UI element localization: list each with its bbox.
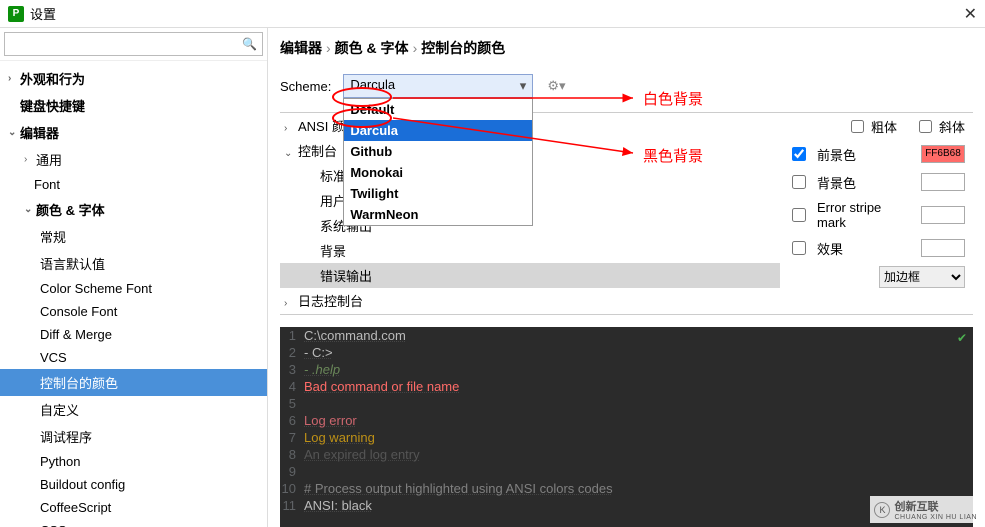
foreground-swatch[interactable]: FF6B68 bbox=[921, 145, 965, 163]
sidebar-item-0[interactable]: 常规 bbox=[0, 223, 267, 250]
sidebar-item-console-colors[interactable]: 控制台的颜色 bbox=[0, 369, 267, 396]
sidebar: 🔍 ›外观和行为 键盘快捷键 ⌄编辑器 ›通用 Font ⌄颜色 & 字体 常规… bbox=[0, 28, 268, 527]
sidebar-item-8[interactable]: 调试程序 bbox=[0, 423, 267, 450]
sidebar-colors-fonts[interactable]: ⌄颜色 & 字体 bbox=[0, 196, 267, 223]
sidebar-item-5[interactable]: VCS bbox=[0, 346, 267, 369]
app-icon: P bbox=[8, 6, 24, 22]
scheme-option-default[interactable]: Default bbox=[344, 99, 532, 120]
effects-select[interactable]: 加边框 bbox=[879, 266, 965, 288]
check-icon[interactable]: ✔ bbox=[957, 331, 967, 345]
gear-icon[interactable]: ⚙▾ bbox=[547, 78, 565, 94]
search-input[interactable] bbox=[4, 32, 263, 56]
scheme-option-darcula[interactable]: Darcula bbox=[344, 120, 532, 141]
close-icon[interactable]: ✕ bbox=[964, 4, 977, 24]
foreground-label: 前景色 bbox=[817, 145, 913, 164]
sidebar-item-9[interactable]: Python bbox=[0, 450, 267, 473]
cat-bg[interactable]: 背景 bbox=[280, 238, 780, 263]
sidebar-appearance[interactable]: ›外观和行为 bbox=[0, 65, 267, 92]
window-title: 设置 bbox=[30, 4, 964, 23]
sidebar-tree: ›外观和行为 键盘快捷键 ⌄编辑器 ›通用 Font ⌄颜色 & 字体 常规 语… bbox=[0, 61, 267, 527]
sidebar-item-1[interactable]: 语言默认值 bbox=[0, 250, 267, 277]
background-checkbox[interactable] bbox=[792, 175, 806, 189]
options-panel: 粗体 斜体 前景色 FF6B68 背景色 Error stripe mark bbox=[780, 113, 973, 314]
preview-panel: ✔ 1C:\command.com2- C:>3- .help4Bad comm… bbox=[280, 327, 973, 527]
scheme-option-twilight[interactable]: Twilight bbox=[344, 183, 532, 204]
scheme-option-warmneon[interactable]: WarmNeon bbox=[344, 204, 532, 225]
scheme-dropdown[interactable]: Darcula Default Darcula Github Monokai T… bbox=[343, 74, 533, 98]
cat-err[interactable]: 错误输出 bbox=[280, 263, 780, 288]
sidebar-general[interactable]: ›通用 bbox=[0, 146, 267, 173]
breadcrumb: 编辑器›颜色 & 字体›控制台的颜色 bbox=[268, 28, 985, 68]
effects-label: 效果 bbox=[817, 239, 913, 258]
sidebar-item-4[interactable]: Diff & Merge bbox=[0, 323, 267, 346]
scheme-option-monokai[interactable]: Monokai bbox=[344, 162, 532, 183]
sidebar-font[interactable]: Font bbox=[0, 173, 267, 196]
scheme-label: Scheme: bbox=[280, 79, 331, 94]
italic-checkbox[interactable]: 斜体 bbox=[915, 117, 965, 136]
sidebar-editor[interactable]: ⌄编辑器 bbox=[0, 119, 267, 146]
sidebar-keymap[interactable]: 键盘快捷键 bbox=[0, 92, 267, 119]
sidebar-item-10[interactable]: Buildout config bbox=[0, 473, 267, 496]
sidebar-item-7[interactable]: 自定义 bbox=[0, 396, 267, 423]
scheme-option-github[interactable]: Github bbox=[344, 141, 532, 162]
main-panel: 编辑器›颜色 & 字体›控制台的颜色 Scheme: Darcula Defau… bbox=[268, 28, 985, 527]
stripe-checkbox[interactable] bbox=[792, 208, 806, 222]
sidebar-item-3[interactable]: Console Font bbox=[0, 300, 267, 323]
effects-checkbox[interactable] bbox=[792, 241, 806, 255]
sidebar-item-12[interactable]: CSS bbox=[0, 519, 267, 527]
scheme-options: Default Darcula Github Monokai Twilight … bbox=[343, 98, 533, 226]
stripe-label: Error stripe mark bbox=[817, 200, 913, 230]
background-label: 背景色 bbox=[817, 173, 913, 192]
watermark: K 创新互联 CHUANG XIN HU LIAN bbox=[870, 496, 981, 523]
scheme-value[interactable]: Darcula bbox=[343, 74, 533, 98]
sidebar-item-11[interactable]: CoffeeScript bbox=[0, 496, 267, 519]
watermark-icon: K bbox=[874, 502, 890, 518]
effects-swatch[interactable] bbox=[921, 239, 965, 257]
stripe-swatch[interactable] bbox=[921, 206, 965, 224]
bold-checkbox[interactable]: 粗体 bbox=[847, 117, 897, 136]
cat-log[interactable]: ›日志控制台 bbox=[280, 288, 780, 313]
foreground-checkbox[interactable] bbox=[792, 147, 806, 161]
sidebar-item-2[interactable]: Color Scheme Font bbox=[0, 277, 267, 300]
background-swatch[interactable] bbox=[921, 173, 965, 191]
